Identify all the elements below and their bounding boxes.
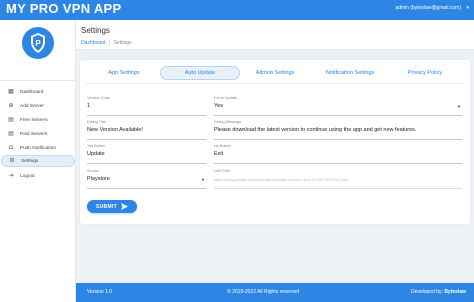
chevron-down-icon[interactable]: ▾	[466, 5, 469, 11]
divider	[0, 80, 76, 81]
sidebar-item-push-notification[interactable]: ◘ Push Notification	[1, 142, 75, 154]
gear-icon: ⚙	[9, 158, 15, 164]
developer-name: Byteslaw	[444, 289, 466, 295]
tab-privacy-policy[interactable]: Privacy Policy	[396, 66, 454, 80]
logout-icon: ⇥	[8, 173, 14, 179]
settings-tabs: App Settings Auto Update Admob Settings …	[80, 66, 470, 80]
field-value: Please download the latest version to co…	[214, 127, 417, 133]
dropdown-arrow-icon: ▼	[457, 104, 461, 109]
field-label: Dialog Message	[214, 120, 242, 124]
app-title: MY PRO VPN APP	[6, 1, 122, 16]
sidebar-item-logout[interactable]: ⇥ Logout	[1, 170, 75, 182]
server-icon: ▤	[8, 117, 14, 123]
field-value: Playstore	[87, 176, 110, 182]
footer-version: Version 1.0	[87, 289, 113, 295]
version-code-field[interactable]: Version Code 1	[87, 96, 206, 116]
tab-auto-update[interactable]: Auto Update	[160, 66, 240, 80]
submit-label: SUBMIT	[96, 203, 117, 210]
field-label: Force Update	[214, 96, 238, 100]
field-label: Source	[87, 169, 100, 173]
sidebar-item-label: Push Notification	[20, 145, 56, 151]
field-label: Link Path	[214, 169, 230, 173]
page-title: Settings	[81, 26, 110, 35]
svg-text:P: P	[35, 39, 41, 48]
sidebar: P ▦ Dashboard ⊕ Add Server ▤ Free Server…	[0, 20, 76, 302]
footer-copyright: © 2019-2022 All Rights reserved	[227, 289, 300, 295]
sidebar-item-label: Dashboard	[20, 89, 44, 95]
footer-developer: Developed by: Byteslaw	[411, 289, 466, 295]
submit-button[interactable]: SUBMIT	[87, 200, 137, 213]
field-value: Exit	[214, 151, 224, 157]
tab-app-settings[interactable]: App Settings	[94, 66, 154, 80]
bell-icon: ◘	[9, 145, 13, 151]
field-label: Version Code	[87, 96, 110, 100]
send-icon	[120, 203, 128, 210]
yes-button-field[interactable]: Yes Button Update	[87, 144, 206, 164]
sidebar-item-dashboard[interactable]: ▦ Dashboard	[1, 86, 75, 98]
dashboard-grid-icon: ▦	[8, 89, 14, 95]
no-button-field[interactable]: No Button Exit	[214, 144, 462, 164]
server-icon: ▤	[8, 131, 14, 137]
field-label: Yes Button	[87, 144, 106, 148]
force-update-select[interactable]: Force Update Yes ▼	[214, 96, 462, 116]
shield-icon: P	[31, 33, 45, 53]
user-menu[interactable]: admin (byteslaw@gmail.com)	[395, 5, 461, 11]
breadcrumb-current: Settings	[113, 40, 132, 46]
field-label: Dialog Title	[87, 120, 106, 124]
developed-by-label: Developed by:	[410, 289, 443, 295]
sidebar-item-settings[interactable]: ⚙ Settings	[1, 155, 75, 167]
field-value: New Version Available!	[87, 127, 143, 133]
tabs-divider	[86, 83, 464, 84]
dropdown-arrow-icon: ▼	[201, 177, 205, 182]
source-select[interactable]: Source Playstore ▼	[87, 169, 206, 189]
breadcrumb: Dashboard | Settings	[81, 40, 132, 46]
page-header: Settings Dashboard | Settings	[76, 20, 474, 50]
field-value: Update	[87, 151, 105, 157]
top-bar: MY PRO VPN APP admin (byteslaw@gmail.com…	[0, 0, 474, 20]
sidebar-item-label: Settings	[21, 158, 39, 164]
field-placeholder: https://play.google.com/store/apps/detai…	[214, 177, 348, 182]
sidebar-item-add-server[interactable]: ⊕ Add Server	[1, 100, 75, 112]
field-value: 1	[87, 103, 91, 109]
field-value: Yes	[214, 103, 223, 109]
app-logo: P	[22, 27, 54, 61]
sidebar-item-paid-servers[interactable]: ▤ Paid Servers	[1, 128, 75, 140]
settings-card: App Settings Auto Update Admob Settings …	[80, 60, 470, 224]
breadcrumb-separator: |	[108, 40, 111, 46]
tab-admob-settings[interactable]: Admob Settings	[246, 66, 304, 80]
sidebar-item-label: Paid Servers	[20, 131, 48, 137]
sidebar-item-label: Free Servers	[20, 117, 48, 123]
footer: Version 1.0 © 2019-2022 All Rights reser…	[76, 283, 474, 302]
field-label: No Button	[214, 144, 231, 148]
sidebar-item-free-servers[interactable]: ▤ Free Servers	[1, 114, 75, 126]
breadcrumb-home-link[interactable]: Dashboard	[81, 40, 105, 46]
sidebar-item-label: Logout	[20, 173, 35, 179]
link-path-field[interactable]: Link Path https://play.google.com/store/…	[214, 169, 462, 189]
dialog-title-field[interactable]: Dialog Title New Version Available!	[87, 120, 206, 140]
tab-notification-settings[interactable]: Notification Settings	[312, 66, 388, 80]
sidebar-item-label: Add Server	[20, 103, 44, 109]
dialog-message-field[interactable]: Dialog Message Please download the lates…	[214, 120, 462, 140]
add-circle-icon: ⊕	[8, 103, 14, 109]
